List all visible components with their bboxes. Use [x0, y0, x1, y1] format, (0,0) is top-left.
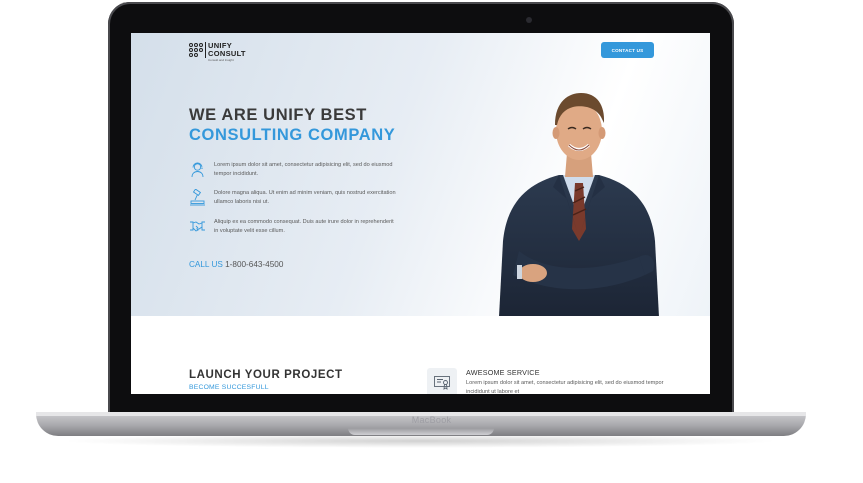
logo-name: UNIFY CONSULT — [208, 42, 246, 57]
launch-title: LAUNCH YOUR PROJECT — [189, 369, 343, 381]
hero-section: UNIFY CONSULT Consult and Insight CONTAC… — [131, 33, 710, 317]
laptop-shadow — [60, 434, 780, 448]
support-agent-icon — [191, 162, 204, 178]
feature-text: Aliquip ex ea commodo consequat. Duis au… — [214, 219, 394, 234]
device-brand-label: MacBook — [411, 415, 452, 425]
feature-item: Dolore magna aliqua. Ut enim ad minim ve… — [189, 189, 399, 211]
businessman-photo — [499, 93, 659, 317]
launch-subtitle: BECOME SUCCESFULL — [189, 384, 269, 391]
service-text: Lorem ipsum dolor sit amet, consectetur … — [466, 380, 664, 394]
feature-item: Lorem ipsum dolor sit amet, consectetur … — [189, 161, 399, 183]
gavel-icon — [190, 189, 205, 206]
call-us: CALL US 1-800-643-4500 — [189, 260, 283, 269]
logo-dots-icon — [189, 43, 204, 57]
certificate-icon — [434, 376, 450, 390]
logo-divider — [205, 42, 206, 58]
launch-section: LAUNCH YOUR PROJECT BECOME SUCCESFULL AW… — [131, 316, 710, 394]
contact-us-button[interactable]: CONTACT US — [601, 42, 654, 58]
service-title: AWESOME SERVICE — [466, 368, 540, 377]
handshake-icon — [190, 221, 205, 232]
laptop-notch — [348, 428, 494, 435]
logo-tagline: Consult and Insight — [208, 58, 234, 62]
feature-text: Dolore magna aliqua. Ut enim ad minim ve… — [214, 190, 396, 205]
call-us-label: CALL US — [189, 260, 223, 269]
headline-line1: WE ARE UNIFY BEST — [189, 106, 367, 124]
website-screen: UNIFY CONSULT Consult and Insight CONTAC… — [131, 33, 710, 394]
headline-line2: CONSULTING COMPANY — [189, 126, 396, 144]
phone-number[interactable]: 1-800-643-4500 — [225, 260, 283, 269]
logo-name-line2: CONSULT — [208, 48, 246, 58]
feature-item: Aliquip ex ea commodo consequat. Duis au… — [189, 218, 399, 240]
service-icon-box — [427, 368, 457, 394]
feature-text: Lorem ipsum dolor sit amet, consectetur … — [214, 162, 393, 177]
hero-headline: WE ARE UNIFY BEST CONSULTING COMPANY — [189, 105, 395, 145]
camera-icon — [526, 17, 532, 23]
